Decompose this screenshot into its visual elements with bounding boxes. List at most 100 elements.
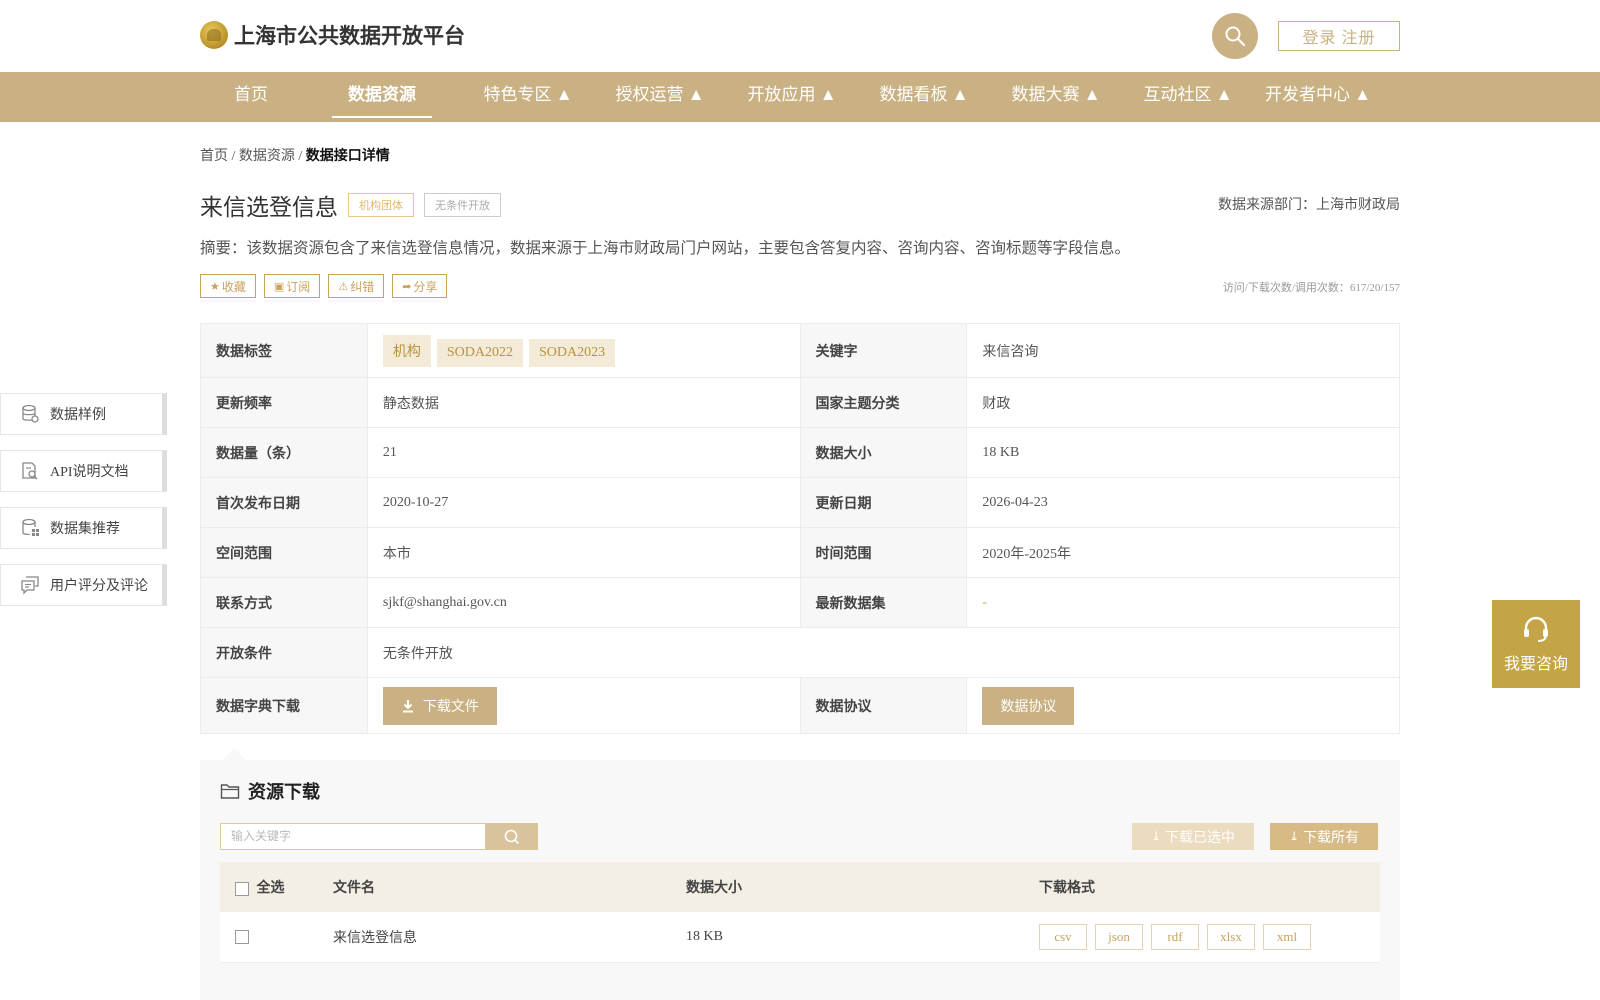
side-nav-data-sample[interactable]: 数据样例 <box>0 393 167 435</box>
info-value: 财政 <box>966 377 1400 428</box>
title-row: 来信选登信息 机构团体 无条件开放 <box>200 188 501 222</box>
warning-icon: ⚠ <box>338 280 349 293</box>
side-nav-label: API说明文档 <box>50 465 129 480</box>
column-header-filename: 文件名 <box>333 862 686 912</box>
favorite-label: 收藏 <box>221 279 246 294</box>
data-tag-chip[interactable]: 机构 <box>382 334 431 367</box>
info-label: 数据量（条） <box>200 427 368 478</box>
file-name: 来信选登信息 <box>333 912 686 963</box>
side-nav-label: 用户评分及评论 <box>50 579 148 594</box>
info-value: 无条件开放 <box>366 627 1401 678</box>
breadcrumb: 首页 / 数据资源 / 数据接口详情 <box>200 145 390 165</box>
share-label: 分享 <box>413 279 438 294</box>
breadcrumb-separator: / <box>228 149 239 164</box>
nav-home[interactable]: 首页 <box>234 72 268 122</box>
info-value: 来信咨询 <box>966 323 1400 378</box>
info-row: 开放条件 无条件开放 <box>200 627 1401 678</box>
format-xml-button[interactable]: xml <box>1263 923 1311 950</box>
nav-data-resources[interactable]: 数据资源 <box>332 72 432 122</box>
nav-open-apps[interactable]: 开放应用 ▲ <box>732 72 852 122</box>
info-row: 联系方式 sjkf@shanghai.gov.cn 最新数据集 - <box>200 577 1400 628</box>
resource-download-title: 资源下载 <box>248 782 320 802</box>
download-selected-button[interactable]: ⤓ 下载已选中 <box>1132 823 1254 850</box>
nav-data-contest[interactable]: 数据大赛 ▲ <box>996 72 1116 122</box>
breadcrumb-resources[interactable]: 数据资源 <box>239 149 295 164</box>
info-row: 数据字典下载 下载文件 数据协议 数据协议 <box>200 677 1400 734</box>
format-xlsx-button[interactable]: xlsx <box>1207 923 1255 950</box>
nav-authorized-ops[interactable]: 授权运营 ▲ <box>600 72 720 122</box>
search-icon <box>504 829 520 844</box>
nav-developer-center[interactable]: 开发者中心 ▲ <box>1260 72 1376 122</box>
subscribe-button[interactable]: ▣ 订阅 <box>263 274 321 298</box>
row-checkbox[interactable] <box>235 929 249 944</box>
info-label: 国家主题分类 <box>799 377 968 428</box>
contact-email: sjkf@shanghai.gov.cn <box>366 577 801 628</box>
latest-dataset-link[interactable]: - <box>982 595 987 610</box>
resource-table: 全选 文件名 数据大小 下载格式 来信选登信息 18 KB csv json rdf… <box>220 862 1380 963</box>
data-tag-chip[interactable]: SODA2023 <box>529 338 616 367</box>
info-label: 最新数据集 <box>799 577 968 628</box>
side-nav-api-docs[interactable]: API说明文档 <box>0 450 167 492</box>
column-header-size: 数据大小 <box>686 862 1039 912</box>
info-label: 数据协议 <box>799 677 968 734</box>
file-size: 18 KB <box>686 912 1039 963</box>
format-csv-button[interactable]: csv <box>1039 923 1087 950</box>
resource-search-button[interactable] <box>486 823 538 850</box>
site-logo[interactable]: 上海市公共数据开放平台 <box>200 20 465 50</box>
data-tag-chip[interactable]: SODA2022 <box>436 338 523 367</box>
top-header: 上海市公共数据开放平台 登录 注册 <box>0 0 1600 72</box>
resource-search-input[interactable]: 输入关键字 <box>220 823 486 850</box>
info-label: 开放条件 <box>200 627 368 678</box>
info-label: 数据大小 <box>799 427 968 478</box>
info-label: 首次发布日期 <box>200 477 368 528</box>
info-value: 2026-04-23 <box>966 477 1400 528</box>
breadcrumb-current: 数据接口详情 <box>305 149 390 164</box>
table-row: 来信选登信息 18 KB csv json rdf xlsx xml <box>220 912 1380 963</box>
star-icon: ★ <box>210 280 220 293</box>
logo-icon <box>200 21 228 49</box>
site-title: 上海市公共数据开放平台 <box>234 25 465 48</box>
data-agreement-button[interactable]: 数据协议 <box>982 686 1075 725</box>
action-row: ★ 收藏 ▣ 订阅 ⚠ 纠错 ➦ 分享 <box>200 274 455 298</box>
info-label: 联系方式 <box>200 577 368 628</box>
org-tag: 机构团体 <box>348 193 414 217</box>
info-value: 2020-10-27 <box>366 477 801 528</box>
share-icon: ➦ <box>402 280 412 293</box>
source-department: 数据来源部门：上海市财政局 <box>1218 198 1400 213</box>
download-all-button[interactable]: ⤓ 下载所有 <box>1270 823 1378 850</box>
format-json-button[interactable]: json <box>1095 923 1143 950</box>
download-all-label: 下载所有 <box>1303 830 1360 846</box>
bookmark-icon: ▣ <box>273 280 285 293</box>
login-register-button[interactable]: 登录 注册 <box>1278 21 1400 51</box>
favorite-button[interactable]: ★ 收藏 <box>200 274 256 298</box>
info-label: 更新频率 <box>200 377 368 428</box>
info-value: 本市 <box>366 527 801 578</box>
select-all-label: 全选 <box>256 881 285 896</box>
breadcrumb-home[interactable]: 首页 <box>200 149 228 164</box>
nav-data-board[interactable]: 数据看板 ▲ <box>864 72 984 122</box>
side-nav-label: 数据样例 <box>50 408 106 423</box>
share-button[interactable]: ➦ 分享 <box>392 274 448 298</box>
info-row: 更新频率 静态数据 国家主题分类 财政 <box>200 377 1400 428</box>
side-nav-ratings-comments[interactable]: 用户评分及评论 <box>0 564 167 606</box>
download-icon <box>402 699 413 712</box>
headset-icon <box>1524 616 1548 642</box>
dataset-summary: 摘要：该数据资源包含了来信选登信息情况，数据来源于上海市财政局门户网站，主要包含… <box>200 240 1131 257</box>
page-title: 来信选登信息 <box>200 195 338 220</box>
search-button[interactable] <box>1212 13 1258 59</box>
format-rdf-button[interactable]: rdf <box>1151 923 1199 950</box>
report-error-button[interactable]: ⚠ 纠错 <box>328 274 385 298</box>
side-nav-dataset-recommend[interactable]: 数据集推荐 <box>0 507 167 549</box>
info-label: 更新日期 <box>799 477 968 528</box>
download-dictionary-button[interactable]: 下载文件 <box>382 686 497 725</box>
nav-community[interactable]: 互动社区 ▲ <box>1128 72 1248 122</box>
database-grid-icon <box>22 518 39 536</box>
consult-button[interactable]: 我要咨询 <box>1492 600 1580 688</box>
info-label: 空间范围 <box>200 527 368 578</box>
info-label: 数据标签 <box>200 323 368 378</box>
info-label: 时间范围 <box>799 527 968 578</box>
select-all-checkbox[interactable] <box>235 881 249 896</box>
info-row: 首次发布日期 2020-10-27 更新日期 2026-04-23 <box>200 477 1400 528</box>
nav-special-zone[interactable]: 特色专区 ▲ <box>468 72 588 122</box>
info-value: 2020年-2025年 <box>966 527 1400 578</box>
